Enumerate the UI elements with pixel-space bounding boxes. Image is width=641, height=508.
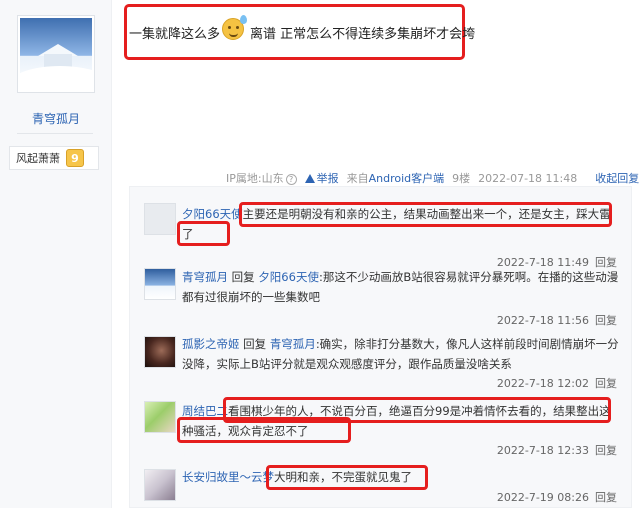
post-text-part2: 离谱 正常怎么不得连续多集崩坏才会垮	[250, 26, 476, 42]
report-link[interactable]: 举报	[304, 170, 339, 186]
post-text-part1: 一集就降这么多	[129, 26, 221, 42]
reply-item: 长安归故里～云梦大明和亲，不完蛋就见鬼了 2022-7-19 08:26 回复	[130, 467, 633, 508]
reply-time: 2022-7-19 08:26	[496, 491, 589, 504]
author-sidebar: 青穹孤月 风起萧萧 9	[0, 0, 112, 508]
ip-location: IP属地:山东?	[226, 170, 297, 186]
reply-text: 看围棋少年的人，不说百分百，绝逼百分99是冲着情怀去看的，结果整出这种骚活，观众…	[182, 404, 611, 438]
reply-button[interactable]: 回复	[595, 444, 617, 457]
reply-word: 回复	[231, 270, 255, 284]
reply-text: 大明和亲，不完蛋就见鬼了	[274, 470, 412, 484]
reply-time: 2022-7-18 11:56	[496, 314, 589, 327]
reply-button[interactable]: 回复	[595, 377, 617, 390]
reply-avatar[interactable]	[144, 401, 176, 433]
info-icon[interactable]: ?	[285, 174, 297, 185]
reply-content: 孤影之帝姬 回复 青穹孤月:确实，除非打分基数大，像凡人这样前段时间剧情崩坏一分…	[182, 334, 620, 374]
reply-time-row: 2022-7-18 12:33 回复	[497, 442, 617, 458]
reply-item: 夕阳66天使主要还是明朝没有和亲的公主，结果动画整出来一个，还是女主，踩大雷了 …	[130, 201, 633, 271]
reply-button[interactable]: 回复	[595, 491, 617, 504]
post-content: 一集就降这么多 离谱 正常怎么不得连续多集崩坏才会垮	[129, 15, 476, 46]
floor-number: 9楼	[452, 172, 471, 185]
reply-target[interactable]: 青穹孤月	[270, 337, 316, 351]
reply-time: 2022-7-18 12:02	[496, 377, 589, 390]
reply-target[interactable]: 夕阳66天使	[258, 270, 319, 284]
reply-content: 周结巴二看围棋少年的人，不说百分百，绝逼百分99是冲着情怀去看的，结果整出这种骚…	[182, 401, 620, 441]
reply-author[interactable]: 青穹孤月	[182, 270, 228, 284]
reply-time-row: 2022-7-18 12:02 回复	[497, 375, 617, 391]
reply-item: 周结巴二看围棋少年的人，不说百分百，绝逼百分99是冲着情怀去看的，结果整出这种骚…	[130, 399, 633, 469]
post-time: 2022-07-18 11:48	[478, 171, 578, 185]
reply-author[interactable]: 夕阳66天使	[182, 207, 243, 221]
client-source: 来自Android客户端	[346, 172, 445, 185]
client-link[interactable]: Android客户端	[369, 172, 445, 185]
avatar-image	[20, 18, 92, 90]
reply-content: 夕阳66天使主要还是明朝没有和亲的公主，结果动画整出来一个，还是女主，踩大雷了	[182, 204, 620, 244]
level-title: 风起萧萧	[16, 152, 60, 165]
reply-content: 青穹孤月 回复 夕阳66天使:那这不少动画放B站很容易就评分暴死啊。在播的这些动…	[182, 267, 620, 307]
reply-author[interactable]: 长安归故里～云梦	[182, 470, 274, 484]
reply-content: 长安归故里～云梦大明和亲，不完蛋就见鬼了	[182, 467, 620, 487]
reply-word: 回复	[243, 337, 267, 351]
reply-time-row: 2022-7-19 08:26 回复	[497, 489, 617, 505]
collapse-replies-link[interactable]: 收起回复	[595, 170, 639, 186]
author-avatar[interactable]	[17, 15, 95, 93]
reply-author[interactable]: 孤影之帝姬	[182, 337, 240, 351]
reply-button[interactable]: 回复	[595, 314, 617, 327]
reply-text: 主要还是明朝没有和亲的公主，结果动画整出来一个，还是女主，踩大雷了	[182, 207, 611, 241]
post-meta: IP属地:山东? 举报 来自Android客户端 9楼 2022-07-18 1…	[226, 170, 639, 186]
sweat-smile-emoji-icon	[222, 15, 248, 40]
warning-icon	[304, 173, 315, 183]
post-content-highlight: 一集就降这么多 离谱 正常怎么不得连续多集崩坏才会垮	[124, 4, 475, 60]
reply-author[interactable]: 周结巴二	[182, 404, 228, 418]
reply-avatar[interactable]	[144, 336, 176, 368]
reply-time-row: 2022-7-18 11:56 回复	[497, 312, 617, 328]
reply-avatar[interactable]	[144, 469, 176, 501]
reply-list: 夕阳66天使主要还是明朝没有和亲的公主，结果动画整出来一个，还是女主，踩大雷了 …	[129, 186, 632, 508]
reply-item: 孤影之帝姬 回复 青穹孤月:确实，除非打分基数大，像凡人这样前段时间剧情崩坏一分…	[130, 334, 633, 404]
level-badge[interactable]: 风起萧萧 9	[9, 146, 99, 170]
level-number-icon: 9	[66, 149, 84, 167]
reply-avatar[interactable]	[144, 268, 176, 300]
reply-avatar[interactable]	[144, 203, 176, 235]
reply-item: 青穹孤月 回复 夕阳66天使:那这不少动画放B站很容易就评分暴死啊。在播的这些动…	[130, 266, 633, 336]
author-name[interactable]: 青穹孤月	[0, 110, 112, 127]
divider	[17, 133, 93, 134]
reply-time: 2022-7-18 12:33	[496, 444, 589, 457]
